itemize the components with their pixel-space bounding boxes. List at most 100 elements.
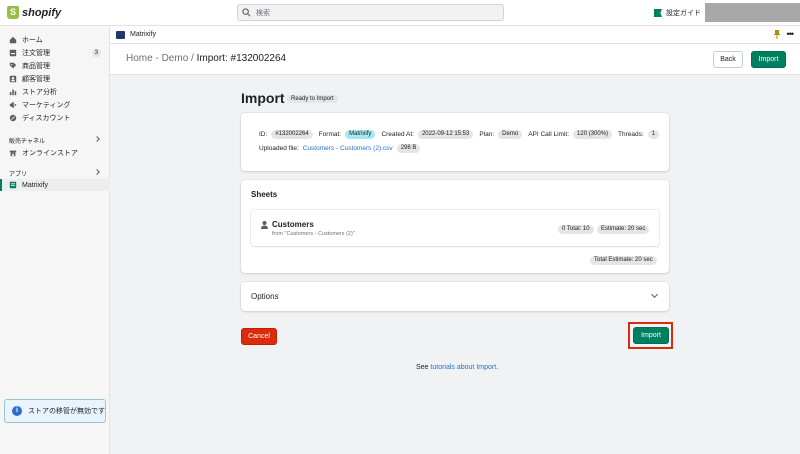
id-label: ID: — [259, 131, 268, 138]
import-button-label: Import — [641, 332, 661, 339]
sidebar-item-label: 商品管理 — [22, 63, 50, 70]
tag-icon — [9, 62, 17, 69]
discount-icon — [9, 114, 17, 122]
import-button[interactable]: Import — [633, 327, 669, 344]
options-section[interactable]: Options — [241, 282, 669, 311]
sidebar-item-online-store[interactable]: オンラインストア — [0, 147, 110, 159]
logo-text: shopify — [22, 6, 62, 19]
sidebar-item-label: ホーム — [22, 37, 43, 44]
setup-guide-button[interactable]: 設定ガイド — [654, 8, 701, 18]
breadcrumb-demo[interactable]: Demo — [162, 53, 189, 64]
sidebar-item-analytics[interactable]: ストア分析 — [0, 86, 110, 98]
sidebar-item-matrixify[interactable]: Matrixify — [0, 179, 110, 191]
account-menu[interactable] — [705, 3, 800, 22]
api-value: 120 (300%) — [573, 130, 613, 139]
format-value: Matrixify — [345, 130, 376, 139]
plan-value: Demo — [498, 130, 523, 139]
sidebar-item-customers[interactable]: 顧客管理 — [0, 73, 110, 85]
import-info-row: ID: #132002264 Format: Matrixify Created… — [259, 130, 665, 139]
uploaded-file-link[interactable]: Customers - Customers (2).csv — [303, 145, 393, 152]
sales-channels-heading: 販売チャネル — [9, 139, 45, 145]
sidebar-item-label: オンラインストア — [22, 150, 78, 157]
sheet-item-customers: Customers from "Customers - Customers (2… — [251, 210, 659, 246]
megaphone-icon — [9, 101, 17, 109]
cancel-button[interactable]: Cancel — [241, 328, 277, 345]
notice-text: ストアの移管が無効です — [28, 408, 105, 415]
bar-chart-icon — [9, 89, 17, 96]
shopify-logo[interactable]: shopify — [7, 6, 61, 19]
sidebar-item-label: 注文管理 — [22, 50, 50, 57]
breadcrumb-current: Import: #132002264 — [196, 53, 287, 64]
shopify-bag-icon — [7, 6, 19, 19]
sidebar-item-label: Matrixify — [22, 181, 49, 189]
sidebar-item-products[interactable]: 商品管理 — [0, 60, 110, 72]
sheets-card: Sheets Customers from "Customers - Custo… — [241, 180, 669, 273]
breadcrumb-separator: - — [152, 53, 162, 64]
app-header: Matrixify ••• — [110, 26, 800, 44]
sidebar-item-orders[interactable]: 注文管理 3 — [0, 47, 110, 59]
sidebar-item-discounts[interactable]: ディスカウント — [0, 112, 110, 124]
breadcrumb-home[interactable]: Home — [126, 53, 153, 64]
store-transfer-notice[interactable]: i ストアの移管が無効です — [4, 399, 106, 423]
import-button-label: Import — [758, 56, 779, 63]
api-label: API Call Limit: — [528, 131, 570, 138]
person-icon — [261, 221, 268, 229]
search-icon — [242, 8, 251, 17]
header-import-button[interactable]: Import — [751, 51, 786, 68]
options-title: Options — [251, 292, 279, 301]
status-badge: Ready to Import — [287, 95, 338, 103]
uploaded-file-row: Uploaded file: Customers - Customers (2)… — [259, 144, 426, 153]
home-icon — [9, 36, 17, 44]
created-value: 2022-09-12 15:53 — [417, 130, 474, 139]
import-info-card: ID: #132002264 Format: Matrixify Created… — [241, 113, 669, 171]
breadcrumb-separator: / — [188, 53, 197, 64]
setup-guide-label: 設定ガイド — [666, 10, 701, 17]
tutorial-link[interactable]: tutorials about Import — [430, 364, 496, 371]
chevron-down-icon[interactable] — [650, 290, 659, 299]
tutorial-note: See tutorials about Import. — [416, 364, 498, 371]
matrixify-app-icon — [9, 181, 17, 189]
sidebar-item-label: マーケティング — [22, 102, 71, 109]
store-icon — [9, 150, 17, 157]
sidebar-item-marketing[interactable]: マーケティング — [0, 99, 110, 111]
format-label: Format: — [318, 131, 342, 138]
sheet-estimate-badge: Estimate: 20 sec — [597, 225, 650, 234]
apps-heading: アプリ — [9, 172, 28, 178]
sidebar-item-label: ストア分析 — [22, 89, 57, 96]
sidebar-item-home[interactable]: ホーム — [0, 34, 110, 46]
chevron-right-icon[interactable] — [94, 136, 100, 142]
file-size: 298 B — [396, 144, 421, 153]
sheet-total-badge: 0 Total: 10 — [558, 225, 594, 234]
person-icon — [9, 75, 17, 83]
sidebar-item-label: ディスカウント — [22, 115, 71, 122]
page-header: Home - Demo / Import: #132002264 Back Im… — [110, 44, 800, 75]
plan-label: Plan: — [479, 131, 495, 138]
id-value: #132002264 — [271, 130, 313, 139]
more-actions-icon[interactable]: ••• — [787, 30, 795, 39]
file-label: Uploaded file: — [259, 145, 299, 152]
orders-icon — [9, 49, 17, 57]
matrixify-logo-icon — [116, 30, 125, 39]
top-bar: shopify 検索 設定ガイド — [0, 0, 800, 26]
back-button[interactable]: Back — [713, 51, 743, 68]
sheets-title: Sheets — [251, 190, 278, 199]
search-placeholder: 検索 — [256, 9, 270, 17]
chevron-right-icon[interactable] — [94, 169, 100, 175]
sidebar: ホーム 注文管理 3 商品管理 顧客管理 ストア分析 マーケティング ディスカウ… — [0, 26, 110, 454]
page-title: Import — [241, 90, 285, 106]
cancel-button-label: Cancel — [248, 333, 270, 340]
tutorial-suffix: . — [496, 364, 499, 371]
orders-count-badge: 3 — [91, 49, 101, 57]
created-label: Created At: — [381, 131, 414, 138]
sheet-name: Customers — [272, 220, 314, 229]
search-input[interactable]: 検索 — [237, 4, 504, 21]
pin-icon[interactable] — [774, 30, 780, 39]
flag-icon — [654, 9, 662, 17]
total-estimate-badge: Total Estimate: 20 sec — [590, 256, 657, 265]
tutorial-prefix: See — [416, 364, 431, 371]
sheet-source: from "Customers - Customers (2)" — [272, 231, 355, 237]
breadcrumb: Home - Demo / Import: #132002264 — [126, 53, 286, 64]
threads-value: 1 — [647, 130, 660, 139]
back-button-label: Back — [720, 56, 736, 63]
info-icon: i — [12, 406, 22, 416]
